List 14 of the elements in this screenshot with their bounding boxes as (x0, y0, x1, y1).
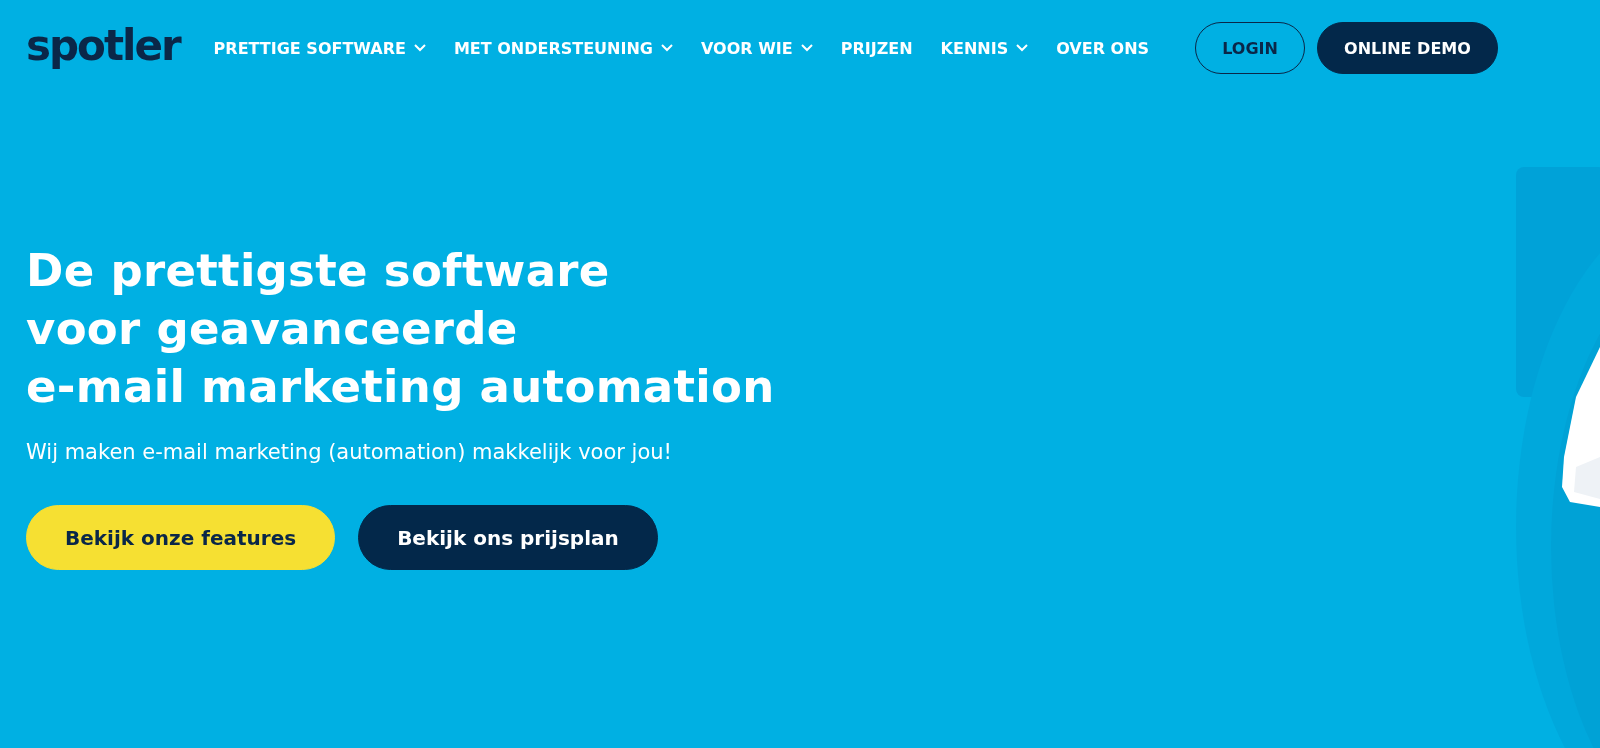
nav-link[interactable]: OVER ONS (1056, 38, 1150, 58)
demo-button[interactable]: ONLINE DEMO (1317, 22, 1498, 74)
pricing-button[interactable]: Bekijk ons prijsplan (358, 505, 658, 570)
features-button[interactable]: Bekijk onze features (26, 505, 336, 570)
nav-link[interactable]: PRIJZEN (840, 38, 913, 58)
hero-subtitle: Wij maken e-mail marketing (automation) makkelijk voor jou! (26, 440, 673, 464)
hero-heading-line: e-mail marketing automation (26, 359, 776, 415)
hero-heading-line: voor geavanceerde (26, 301, 519, 357)
nav-link[interactable]: PRETTIGE SOFTWARE (213, 38, 426, 58)
nav-link[interactable]: VOOR WIE (701, 38, 813, 58)
hero-heading-line: De prettigste software (26, 243, 611, 299)
logo[interactable]: spotler (26, 20, 180, 70)
nav-link[interactable]: MET ONDERSTEUNING (453, 38, 673, 58)
nav-link[interactable]: KENNIS (940, 38, 1029, 58)
